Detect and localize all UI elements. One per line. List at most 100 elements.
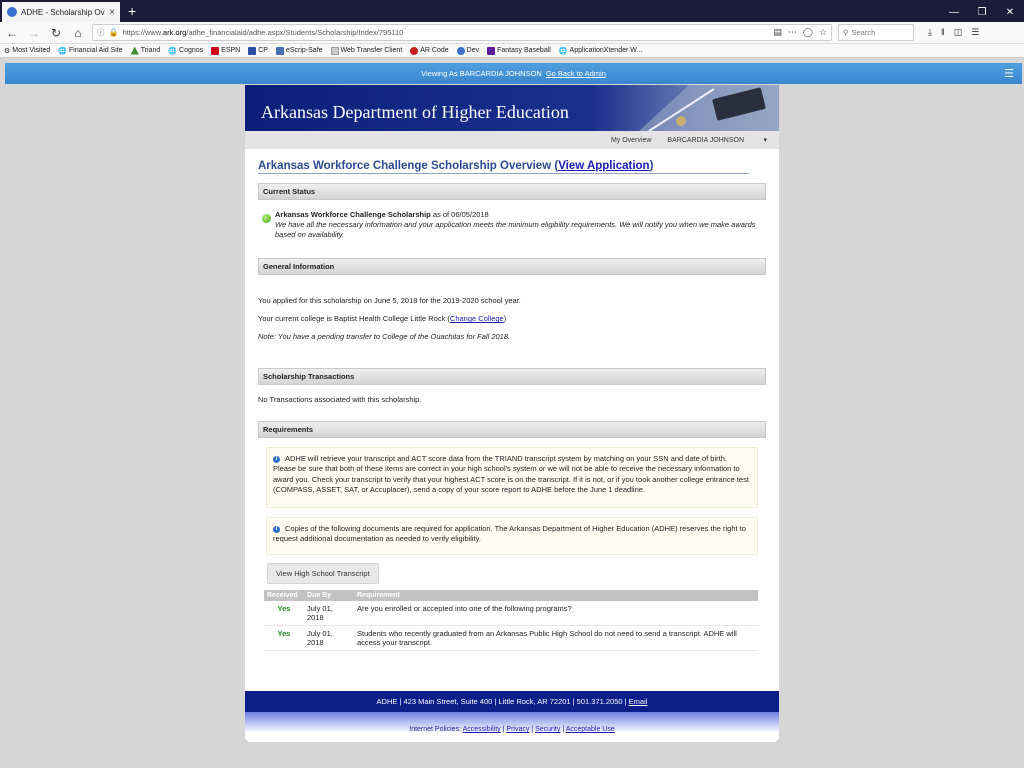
user-name: BARCARDIA JOHNSON — [667, 137, 745, 144]
search-icon: ⚲ — [843, 28, 849, 37]
browser-tab[interactable]: ADHE - Scholarship Overview × — [2, 2, 120, 22]
bookmark-label: ESPN — [221, 47, 241, 54]
home-icon[interactable]: ⌂ — [70, 25, 86, 41]
search-placeholder: Search — [851, 28, 876, 37]
new-tab-button[interactable]: + — [120, 2, 144, 22]
bookmark-ar-code[interactable]: AR Code — [410, 46, 449, 55]
bookmark-fantasy-baseball[interactable]: Fantasy Baseball — [487, 46, 551, 55]
address-bar[interactable]: ⓘ 🔒 https://www.ark.org/adhe_financialai… — [92, 24, 832, 41]
view-application-link[interactable]: View Application — [558, 160, 649, 172]
table-header-row: Received Due By Requirement — [264, 590, 758, 601]
banner-decoration-image — [639, 85, 779, 131]
page-container: Arkansas Department of Higher Education … — [245, 85, 779, 742]
main-content: Arkansas Workforce Challenge Scholarship… — [245, 160, 779, 651]
column-header: Requirement — [354, 590, 758, 601]
accessibility-link[interactable]: Accessibility — [463, 726, 501, 733]
back-icon[interactable]: ← — [4, 25, 20, 41]
reload-icon[interactable]: ↻ — [48, 25, 64, 41]
site-banner: Arkansas Department of Higher Education — [245, 85, 779, 131]
pocket-icon[interactable]: ◯ — [803, 27, 813, 38]
current-college-text: Your current college is Baptist Health C… — [258, 314, 507, 324]
bookmark-cognos[interactable]: 🌐 Cognos — [168, 47, 203, 55]
acceptable-use-link[interactable]: Acceptable Use — [566, 726, 615, 733]
bookmark-applicationxtender[interactable]: 🌐 ApplicationXtender W... — [559, 47, 642, 55]
go-back-to-admin-link[interactable]: Go Back to Admin — [546, 69, 606, 78]
close-window-icon[interactable]: ✕ — [996, 7, 1024, 18]
table-row: Yes July 01, 2018 Students who recently … — [264, 625, 758, 651]
requirements-table: Received Due By Requirement Yes July 01,… — [264, 590, 758, 651]
globe-icon: 🌐 — [58, 47, 67, 55]
globe-icon: 🌐 — [168, 47, 178, 55]
bookmark-dev[interactable]: Dev — [456, 46, 479, 55]
page-actions-icon[interactable]: ⋯ — [788, 27, 797, 38]
document-icon — [330, 46, 339, 55]
forward-icon[interactable]: → — [26, 25, 42, 41]
table-row: Yes July 01, 2018 Are you enrolled or ac… — [264, 601, 758, 626]
transcript-info-box: i ADHE will retrieve your transcript and … — [266, 447, 758, 508]
requirements-header: Requirements — [258, 421, 766, 439]
site-favicon-icon — [7, 7, 17, 17]
gear-icon: ⚙ — [4, 47, 11, 55]
toolbar-icons: ⤓ ‖ ◫ ☰ — [928, 27, 979, 38]
column-header: Due By — [304, 590, 354, 601]
cp-icon — [248, 46, 257, 55]
url-text[interactable]: https://www.ark.org/adhe_financialaid/ad… — [122, 28, 769, 37]
transcript-info-text: ADHE will retrieve your transcript and A… — [273, 454, 749, 494]
bookmarks-bar: ⚙ Most Visited 🌐 Financial Aid Site Triand… — [0, 44, 1024, 58]
no-transactions-text: No Transactions associated with this sch… — [258, 395, 422, 405]
tab-title: ADHE - Scholarship Overview — [21, 7, 105, 17]
admin-impersonation-bar: Viewing As BARCARDIA JOHNSON Go Back to … — [5, 63, 1022, 84]
downloads-icon[interactable]: ⤓ — [928, 27, 932, 38]
page-title: Arkansas Workforce Challenge Scholarship… — [258, 160, 749, 174]
change-college-link[interactable]: Change College — [450, 314, 504, 323]
sidebar-icon[interactable]: ◫ — [954, 27, 963, 38]
yahoo-icon — [487, 46, 496, 55]
ar-code-icon — [410, 46, 419, 55]
applied-text: You applied for this scholarship on June… — [258, 296, 521, 306]
library-icon[interactable]: ‖ — [941, 27, 945, 38]
column-header: Received — [264, 590, 304, 601]
info-icon[interactable]: ⓘ — [97, 27, 105, 38]
search-box[interactable]: ⚲ Search — [838, 24, 914, 41]
bookmark-espn[interactable]: ESPN — [211, 46, 241, 55]
triand-icon — [130, 46, 139, 55]
general-information-header: General Information — [258, 258, 766, 276]
bookmark-label: Financial Aid Site — [69, 47, 123, 54]
privacy-link[interactable]: Privacy — [506, 726, 529, 733]
chevron-down-icon: ▾ — [763, 137, 767, 144]
bookmark-web-transfer[interactable]: Web Transfer Client — [330, 46, 402, 55]
status-date: as of 06/05/2018 — [432, 210, 489, 219]
bookmark-cp[interactable]: CP — [248, 46, 268, 55]
urlbar-icons: ▤ ⋯ ◯ ☆ — [773, 27, 827, 38]
escrip-icon — [275, 46, 284, 55]
status-text: Arkansas Workforce Challenge Scholarship… — [275, 210, 766, 239]
policies-label: Internet Policies: — [409, 726, 461, 733]
reader-view-icon[interactable]: ▤ — [773, 27, 782, 38]
bookmark-triand[interactable]: Triand — [130, 46, 161, 55]
bookmark-financial-aid[interactable]: 🌐 Financial Aid Site — [58, 47, 122, 55]
user-menu[interactable]: BARCARDIA JOHNSON ▾ — [667, 136, 767, 144]
minimize-icon[interactable]: — — [940, 7, 968, 18]
my-overview-link[interactable]: My Overview — [611, 137, 651, 144]
hamburger-menu-icon[interactable]: ☰ — [971, 27, 979, 38]
current-status-header: Current Status — [258, 183, 766, 200]
status-message: We have all the necessary information an… — [275, 219, 756, 239]
bookmark-star-icon[interactable]: ☆ — [819, 27, 827, 38]
email-link[interactable]: Email — [629, 697, 648, 706]
security-link[interactable]: Security — [535, 726, 560, 733]
espn-icon — [211, 46, 220, 55]
bookmark-label: Triand — [140, 47, 161, 54]
tab-close-icon[interactable]: × — [109, 7, 115, 18]
footer-address: ADHE | 423 Main Street, Suite 400 | Litt… — [376, 697, 627, 706]
hamburger-menu-icon[interactable]: ☰ — [1004, 67, 1014, 80]
requirement-cell: Students who recently graduated from an … — [354, 625, 758, 651]
scholarship-transactions-header: Scholarship Transactions — [258, 368, 766, 386]
restore-icon[interactable]: ❐ — [968, 7, 996, 18]
current-college-label: Your current college is Baptist Health C… — [258, 314, 446, 324]
info-icon: i — [273, 525, 280, 533]
bookmark-most-visited[interactable]: ⚙ Most Visited — [4, 47, 50, 55]
bookmark-escrip-safe[interactable]: eScrip-Safe — [275, 46, 323, 55]
url-prefix: https://www. — [122, 28, 163, 37]
bookmark-label: Fantasy Baseball — [497, 47, 551, 54]
view-high-school-transcript-button[interactable]: View High School Transcript — [267, 563, 379, 584]
